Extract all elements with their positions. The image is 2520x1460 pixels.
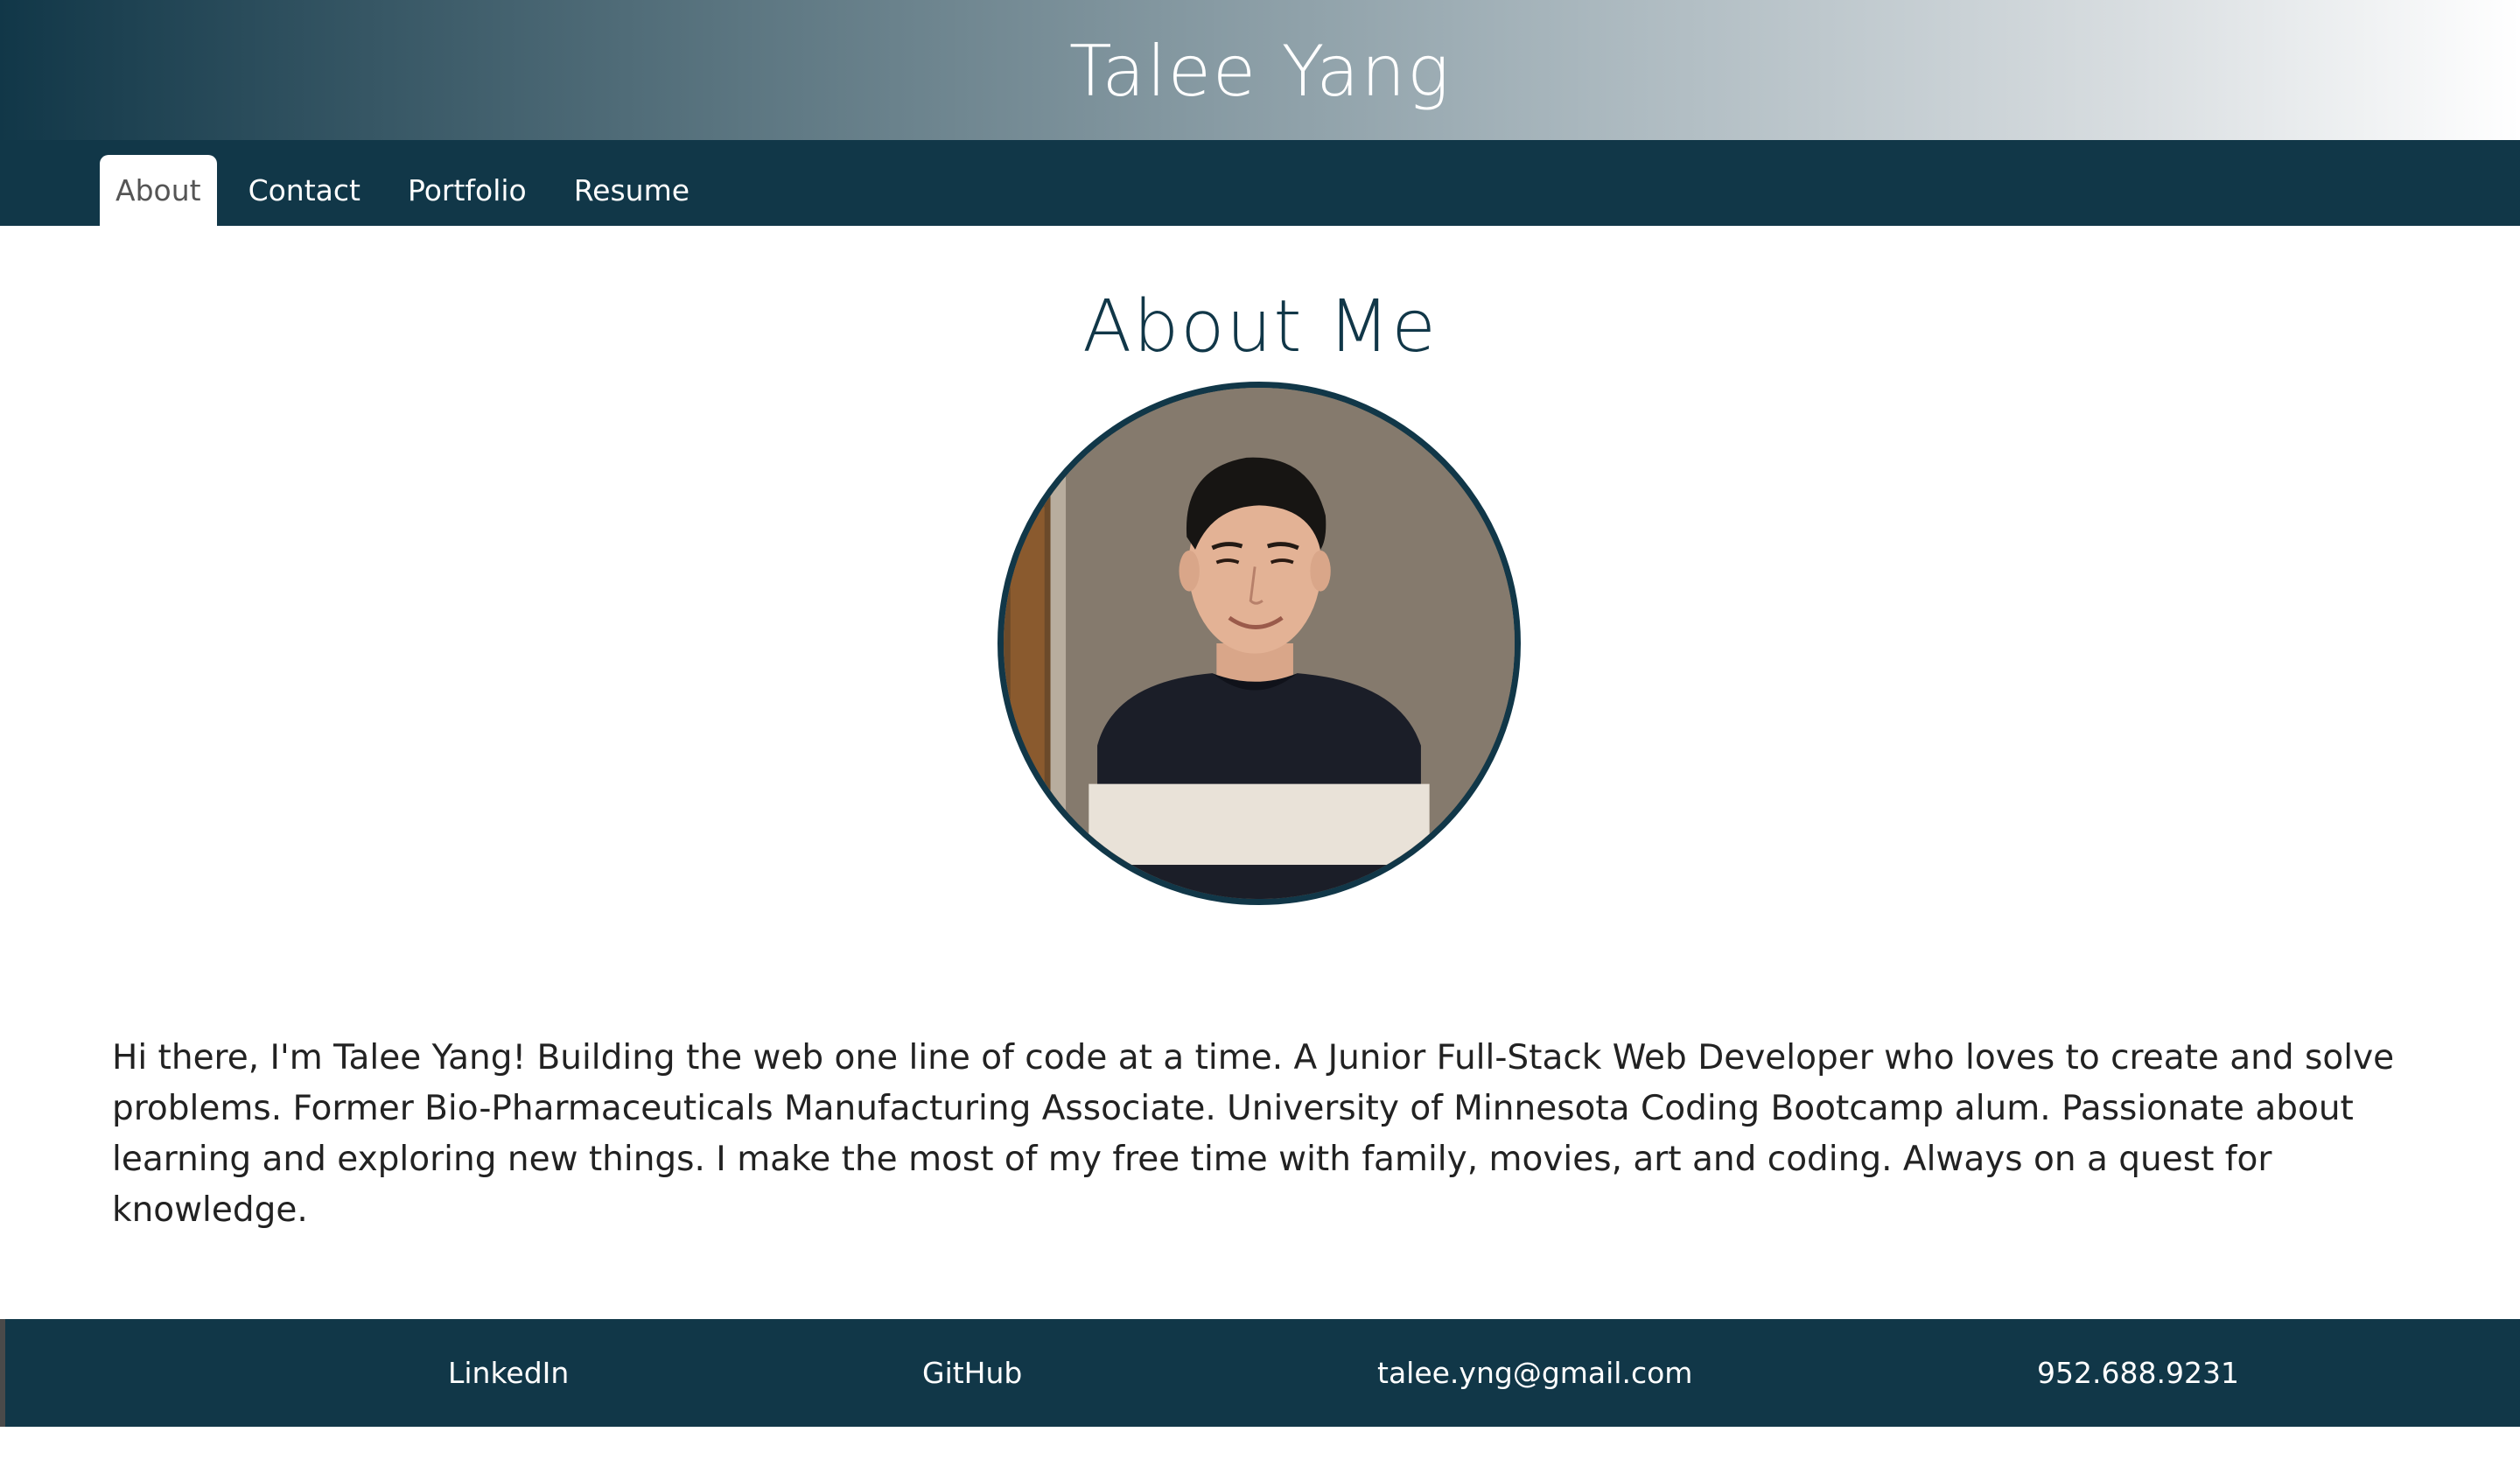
tab-about[interactable]: About — [100, 155, 217, 226]
phone-link[interactable]: 952.688.9231 — [2037, 1319, 2239, 1427]
site-header: Talee Yang — [0, 0, 2520, 140]
tab-contact[interactable]: Contact — [233, 155, 376, 226]
tab-portfolio[interactable]: Portfolio — [392, 155, 542, 226]
site-title: Talee Yang — [1068, 30, 1452, 112]
email-link[interactable]: talee.yng@gmail.com — [1377, 1319, 1692, 1427]
tab-resume[interactable]: Resume — [558, 155, 705, 226]
linkedin-link[interactable]: LinkedIn — [448, 1319, 569, 1427]
page-title: About Me — [1082, 285, 1438, 369]
profile-photo-image — [1004, 388, 1515, 899]
site-footer: LinkedIn GitHub talee.yng@gmail.com 952.… — [0, 1319, 2520, 1427]
nav-tabs: About Contact Portfolio Resume — [100, 155, 721, 226]
github-link[interactable]: GitHub — [922, 1319, 1022, 1427]
profile-photo — [998, 382, 1521, 905]
bio-text: Hi there, I'm Talee Yang! Building the w… — [112, 1038, 2395, 1230]
nav-bar: About Contact Portfolio Resume — [0, 140, 2520, 226]
